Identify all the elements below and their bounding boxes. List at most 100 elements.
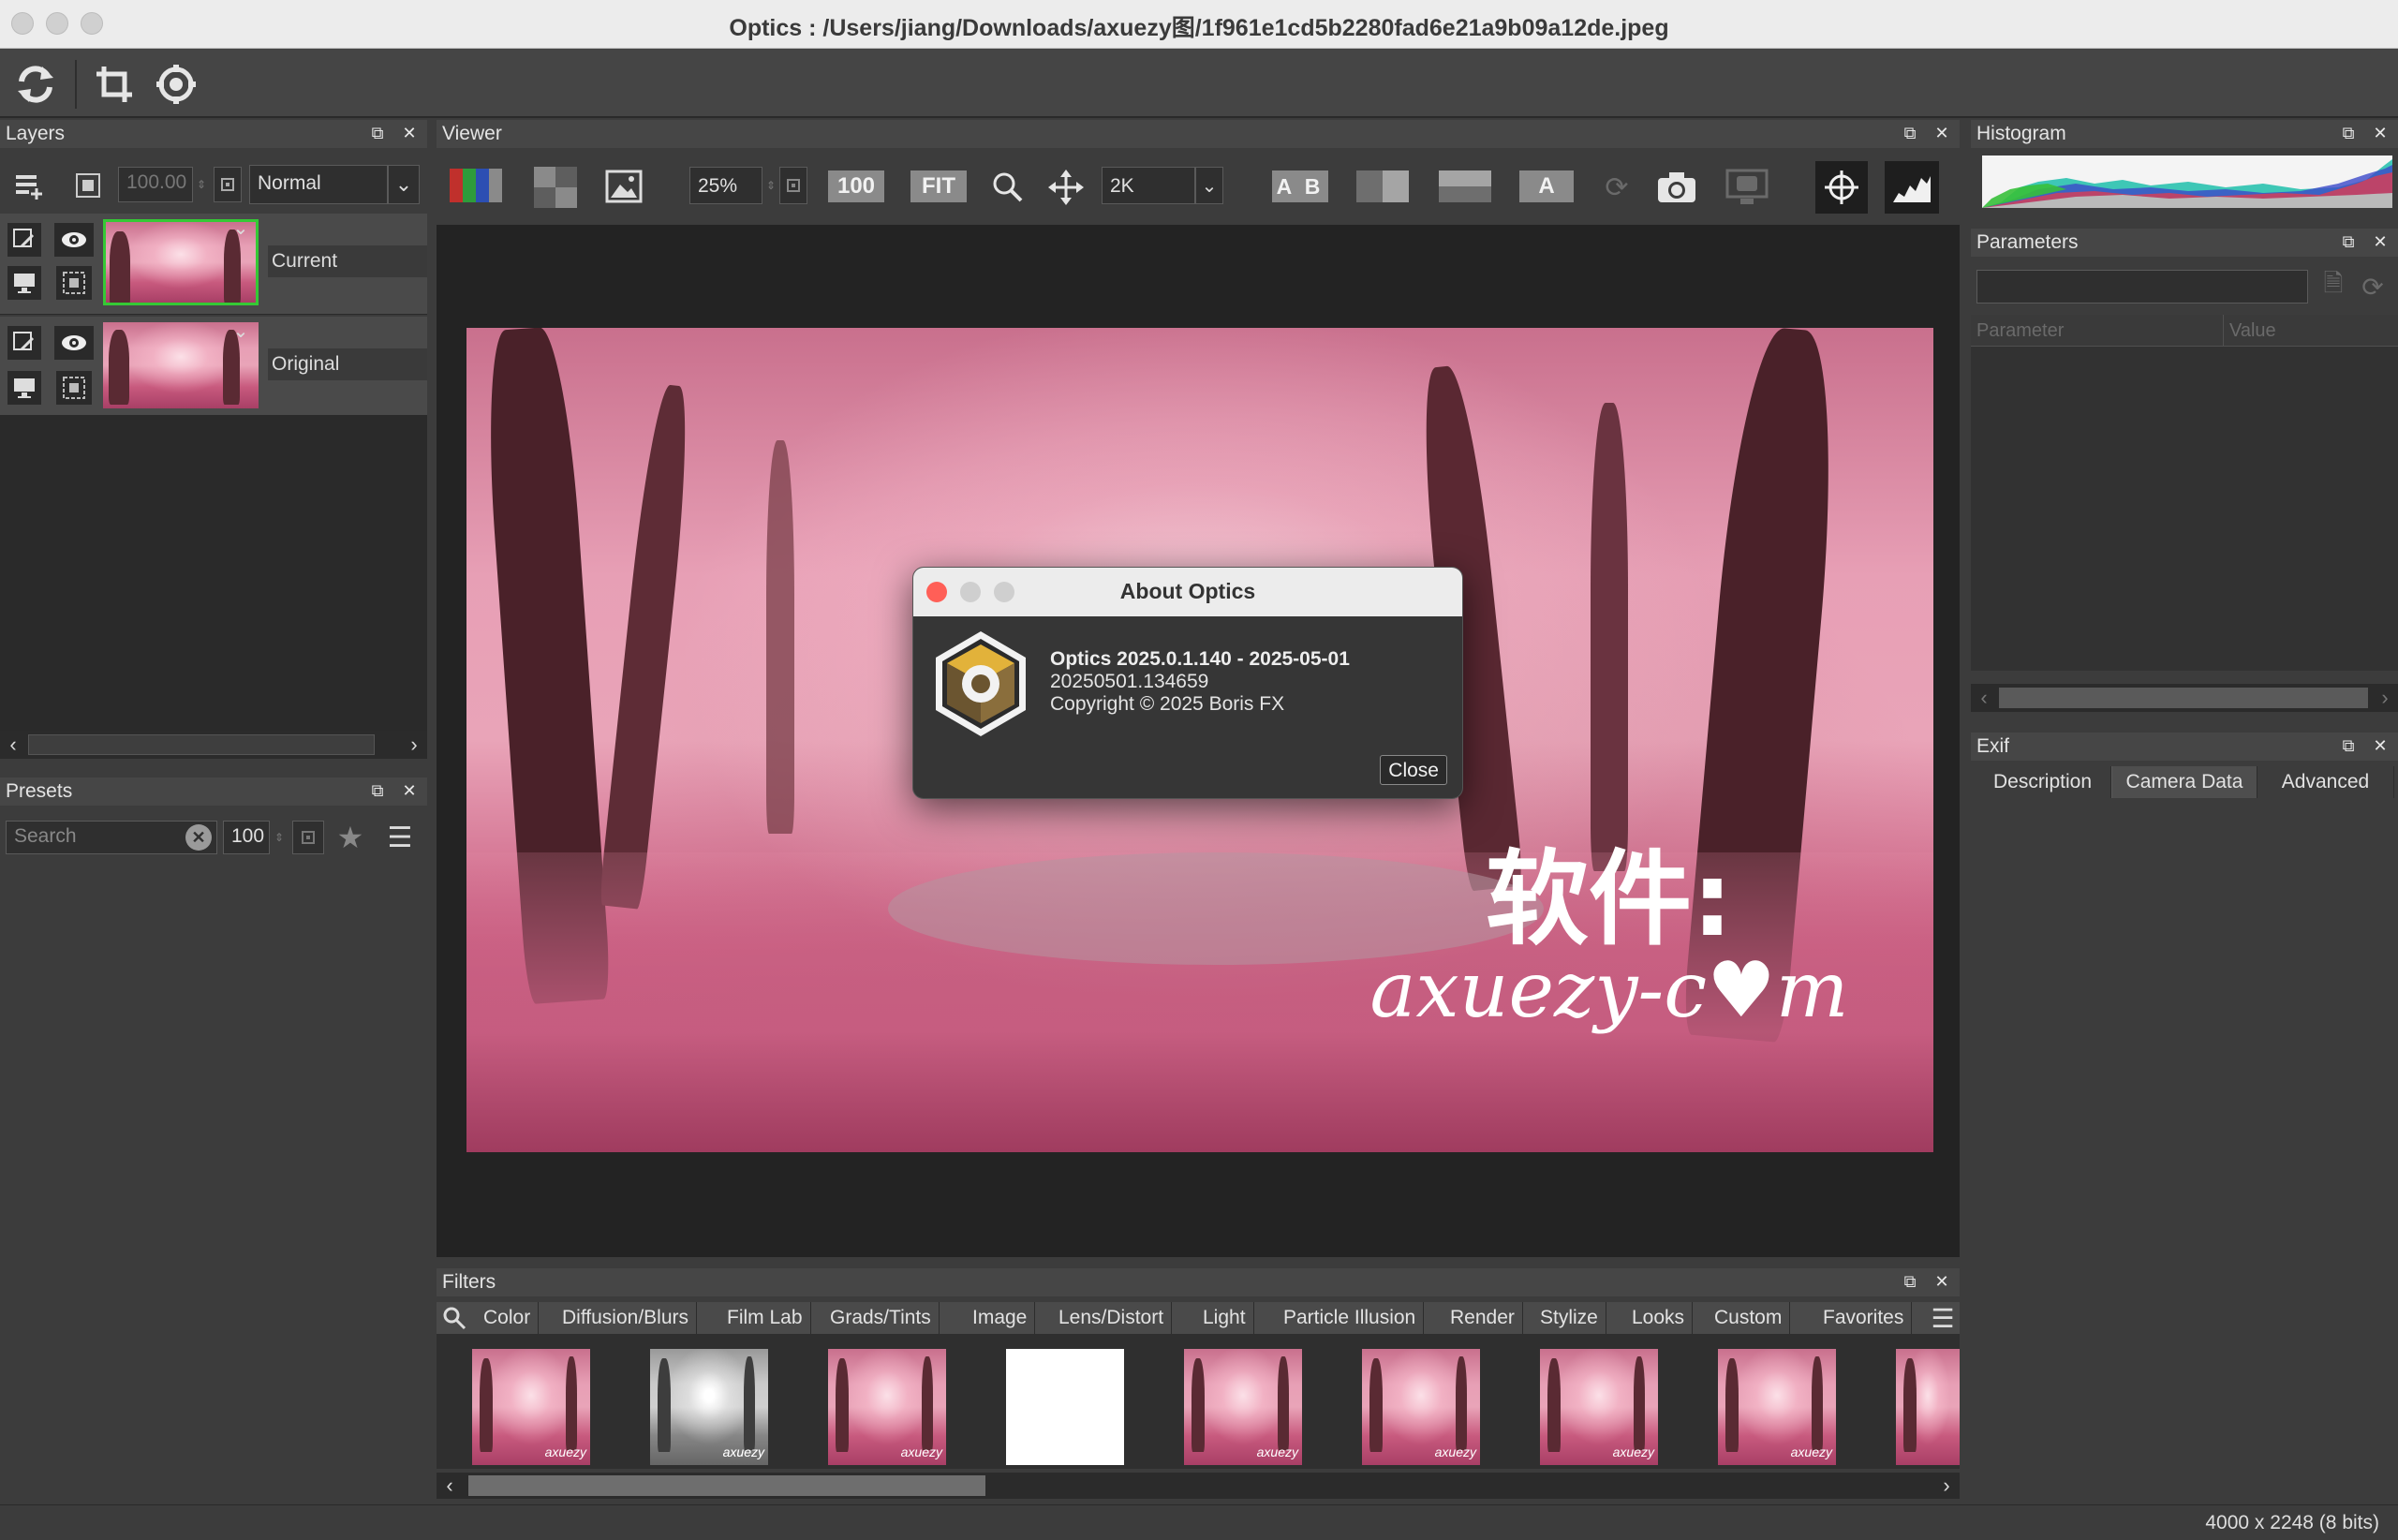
zoom-tool-icon[interactable] [987,167,1029,208]
checkerboard-icon[interactable] [534,167,577,208]
menu-icon[interactable]: ☰ [382,821,418,854]
scroll-right-icon[interactable]: › [1937,1473,1956,1497]
scroll-left-icon[interactable]: ‹ [1975,686,1993,710]
exif-tab-description[interactable]: Description [1975,766,2111,798]
close-panel-icon[interactable]: ✕ [2370,123,2391,143]
filter-tab-film-lab[interactable]: Film Lab [719,1302,811,1334]
preset-size-field[interactable]: 100 [223,821,270,854]
layer-opacity-field[interactable]: 100.00 [118,167,193,202]
filter-tab-stylize[interactable]: Stylize [1532,1302,1606,1334]
filter-tab-image[interactable]: Image [965,1302,1036,1334]
edit-layer-icon[interactable] [7,223,41,257]
filter-thumbnail[interactable] [1006,1349,1124,1465]
size-reset-icon[interactable] [292,821,324,854]
blend-mode-select[interactable]: Normal [249,165,388,204]
filter-thumbnail[interactable]: axuezy [1362,1349,1480,1465]
layer-menu-chevron-icon[interactable]: ⌄ [227,320,255,342]
refresh-params-icon[interactable]: ⟳ [2355,270,2391,304]
close-panel-icon[interactable]: ✕ [2370,231,2391,252]
layers-scrollbar[interactable]: ‹ › [0,731,427,759]
filter-tab-lens-distort[interactable]: Lens/Distort [1051,1302,1173,1334]
layer-row-current[interactable]: ⌄ Current [0,214,427,315]
layer-menu-chevron-icon[interactable]: ⌄ [227,217,255,239]
scroll-thumb[interactable] [28,734,375,755]
chevron-down-icon[interactable]: ⌄ [1195,167,1223,204]
snapshot-compare-icon[interactable] [1724,167,1770,208]
scroll-left-icon[interactable]: ‹ [440,1473,459,1497]
float-panel-icon[interactable]: ⧉ [367,780,388,801]
filter-menu-icon[interactable]: ☰ [1926,1302,1960,1334]
text-overlay-button[interactable]: A [1519,170,1574,202]
filter-thumbnail[interactable]: axuezy [1540,1349,1658,1465]
add-layer-icon[interactable] [9,167,47,204]
filter-search-icon[interactable] [440,1304,468,1332]
star-icon[interactable]: ★ [333,821,367,854]
layer-row-original[interactable]: ⌄ Original [0,317,427,416]
zoom-stepper[interactable]: ⇕ [762,167,779,204]
eye-icon[interactable] [54,326,94,360]
filter-tab-render[interactable]: Render [1443,1302,1523,1334]
float-panel-icon[interactable]: ⧉ [2338,735,2359,756]
document-icon[interactable]: 🗎 [2317,269,2349,304]
scroll-thumb[interactable] [468,1475,985,1496]
layer-mask-icon[interactable] [69,167,107,204]
filter-thumbnail[interactable]: axuezy [1718,1349,1836,1465]
monitor-icon[interactable] [7,266,41,300]
scroll-right-icon[interactable]: › [2376,686,2394,710]
rgb-channels-icon[interactable] [450,169,504,202]
layer-label[interactable]: Current [268,245,427,277]
filter-thumbnail[interactable]: axuezy [1184,1349,1302,1465]
close-panel-icon[interactable]: ✕ [2370,735,2391,756]
split-horizontal-icon[interactable] [1439,170,1491,202]
resolution-select[interactable]: 2K [1102,167,1195,204]
filter-tab-looks[interactable]: Looks [1624,1302,1694,1334]
size-stepper[interactable]: ⇕ [270,821,289,854]
camera-icon[interactable] [1654,167,1699,208]
float-panel-icon[interactable]: ⧉ [1900,123,1920,143]
filter-thumbnail[interactable]: axuezy [650,1349,768,1465]
zoom-field[interactable]: 25% [689,167,762,204]
refresh-icon[interactable] [11,60,60,109]
pan-tool-icon[interactable] [1045,167,1087,208]
float-panel-icon[interactable]: ⧉ [1900,1271,1920,1292]
filter-tab-particle-illusion[interactable]: Particle Illusion [1276,1302,1425,1334]
dialog-close-dot[interactable] [926,582,947,602]
close-button[interactable]: Close [1380,755,1447,785]
parameters-search-input[interactable] [1976,270,2308,304]
dialog-minimize-dot[interactable] [960,582,981,602]
zoom-100-button[interactable]: 100 [828,170,884,202]
eye-icon[interactable] [54,223,94,257]
rotate-icon[interactable]: ⟳ [1598,169,1636,206]
filter-thumbnail[interactable] [1896,1349,1960,1465]
edit-layer-icon[interactable] [7,326,41,360]
filter-tab-custom[interactable]: Custom [1707,1302,1791,1334]
filter-thumbnail[interactable]: axuezy [472,1349,590,1465]
scroll-left-icon[interactable]: ‹ [4,733,22,757]
exif-tab-advanced[interactable]: Advanced [2257,766,2394,798]
ab-compare-button[interactable]: A B [1272,170,1328,202]
parameters-scrollbar[interactable]: ‹ › [1971,684,2398,712]
float-panel-icon[interactable]: ⧉ [2338,123,2359,143]
filter-tab-light[interactable]: Light [1195,1302,1254,1334]
mask-toggle-icon[interactable] [56,371,92,405]
target-icon[interactable] [1815,161,1868,214]
split-vertical-icon[interactable] [1356,170,1409,202]
scroll-thumb[interactable] [1999,688,2368,708]
close-panel-icon[interactable]: ✕ [399,780,420,801]
chevron-down-icon[interactable]: ⌄ [388,165,420,204]
close-panel-icon[interactable]: ✕ [1932,123,1952,143]
filter-tab-color[interactable]: Color [476,1302,540,1334]
clear-search-icon[interactable]: ✕ [185,824,212,851]
mask-toggle-icon[interactable] [56,266,92,300]
float-panel-icon[interactable]: ⧉ [367,123,388,143]
crop-icon[interactable] [90,60,139,109]
filter-tab-diffusion-blurs[interactable]: Diffusion/Blurs [555,1302,698,1334]
opacity-reset-icon[interactable] [214,167,242,202]
float-panel-icon[interactable]: ⧉ [2338,231,2359,252]
filter-thumbnail[interactable]: axuezy [828,1349,946,1465]
opacity-stepper[interactable]: ⇕ [193,167,210,202]
focus-icon[interactable] [152,60,200,109]
image-view-icon[interactable] [603,167,644,206]
close-panel-icon[interactable]: ✕ [399,123,420,143]
zoom-fit-button[interactable]: FIT [910,170,967,202]
